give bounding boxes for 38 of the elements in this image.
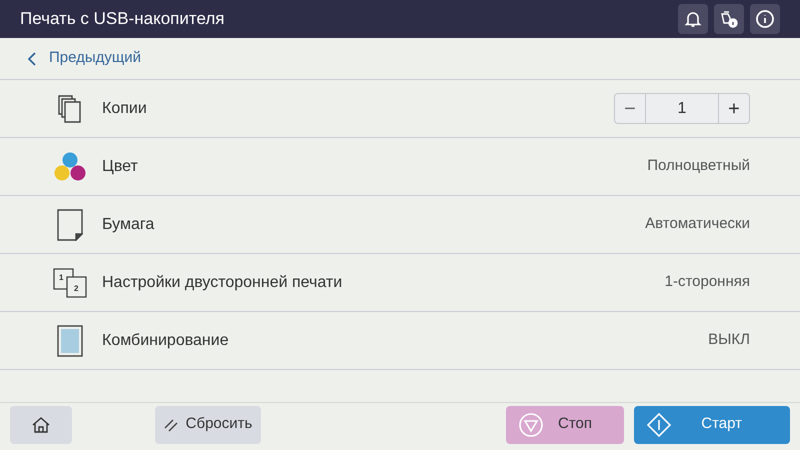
stop-button[interactable]: Стоп [506, 406, 624, 444]
setting-value: Полноцветный [647, 156, 750, 176]
setting-row[interactable]: Цвет Полноцветный [0, 138, 800, 196]
info-icon [755, 9, 775, 29]
job-status-button[interactable] [714, 4, 744, 34]
start-button[interactable]: Старт [634, 406, 790, 444]
screen-title: Печать с USB-накопителя [20, 8, 224, 30]
increment-button[interactable]: + [718, 94, 749, 123]
setting-value: Автоматически [645, 214, 750, 234]
setting-label: Бумага [102, 214, 154, 234]
double-slash-icon [164, 418, 178, 432]
home-button[interactable] [10, 406, 72, 444]
copies-icon [58, 94, 82, 122]
setting-label: Копии [102, 98, 147, 118]
decrement-button[interactable]: − [615, 94, 646, 123]
setting-label: Цвет [102, 156, 138, 176]
combine-page-icon [57, 324, 83, 356]
reset-button[interactable]: Сбросить [155, 406, 261, 444]
setting-label: Настройки двусторонней печати [102, 272, 342, 292]
stop-icon [518, 412, 544, 438]
home-icon [31, 416, 51, 434]
setting-row[interactable]: Копии − 1 + [0, 80, 800, 138]
setting-row[interactable]: 1 2 Настройки двусторонней печати 1-сторонняя [0, 254, 800, 312]
bell-icon [684, 10, 702, 28]
printer-info-icon [719, 9, 739, 29]
paper-sheet-icon [57, 208, 83, 240]
chevron-left-icon [28, 52, 37, 66]
copies-value: 1 [676, 98, 688, 118]
notification-button[interactable] [678, 4, 708, 34]
setting-value: ВЫКЛ [708, 330, 750, 350]
setting-label: Комбинирование [102, 330, 229, 350]
back-link[interactable]: Предыдущий [28, 47, 142, 70]
color-dots-icon [53, 152, 87, 182]
setting-row[interactable]: Бумага Автоматически [0, 196, 800, 254]
setting-value: 1-сторонняя [664, 272, 750, 292]
setting-row[interactable]: Комбинирование ВЫКЛ [0, 312, 800, 370]
info-button[interactable] [750, 4, 780, 34]
start-icon [646, 412, 672, 438]
